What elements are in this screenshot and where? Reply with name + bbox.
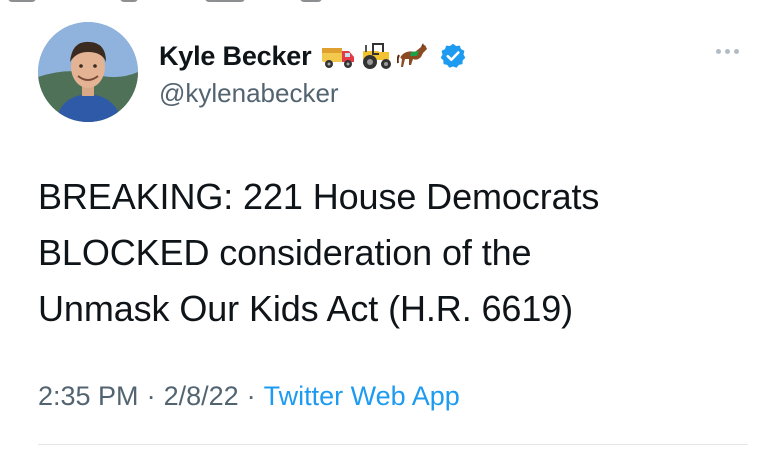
- previous-content-fragment: [0, 0, 768, 4]
- author-name-row[interactable]: Kyle Becker: [159, 39, 467, 73]
- tweet-time[interactable]: 2:35 PM: [38, 381, 139, 412]
- verified-badge-icon: [439, 42, 467, 70]
- more-dot: [725, 48, 730, 54]
- tweet-source-link[interactable]: Twitter Web App: [264, 381, 460, 412]
- avatar[interactable]: [38, 22, 138, 122]
- tweet-metadata: 2:35 PM · 2/8/22 · Twitter Web App: [38, 381, 460, 412]
- author-handle[interactable]: @kylenabecker: [159, 78, 339, 109]
- more-dot: [716, 48, 721, 54]
- tractor-emoji-icon: [359, 41, 393, 71]
- horse-emoji-icon: [397, 41, 431, 71]
- more-dot: [734, 48, 739, 54]
- tweet-date[interactable]: 2/8/22: [164, 381, 239, 412]
- truck-emoji-icon: [321, 41, 355, 71]
- divider: [38, 444, 748, 445]
- tweet-text: BREAKING: 221 House Democrats BLOCKED co…: [38, 176, 600, 329]
- author-display-name[interactable]: Kyle Becker: [159, 41, 312, 72]
- meta-separator: ·: [146, 381, 156, 411]
- avatar-photo: [38, 22, 138, 122]
- meta-separator: ·: [246, 381, 256, 411]
- more-horizontal-icon[interactable]: [716, 44, 746, 58]
- tweet-header: Kyle Becker @kylenabecker: [38, 22, 748, 122]
